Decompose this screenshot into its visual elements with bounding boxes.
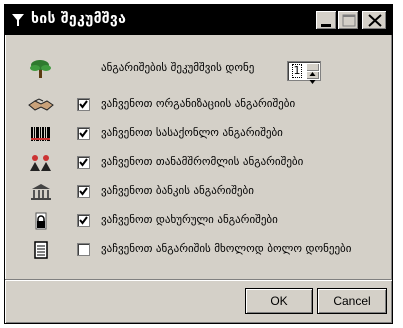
lock-icon xyxy=(35,212,47,230)
people-icon xyxy=(30,155,51,171)
checkbox-last-level[interactable] xyxy=(77,243,90,256)
checkbox-employee[interactable] xyxy=(77,156,90,169)
checkbox-goods[interactable] xyxy=(77,127,90,140)
level-value[interactable]: 1 xyxy=(292,64,302,78)
checkbox-closed[interactable] xyxy=(77,214,90,227)
barcode-icon xyxy=(31,127,50,141)
option-label: ვაჩვენოთ თანამშრომლის ანგარიშები xyxy=(101,155,304,168)
check-icon xyxy=(79,216,88,225)
checkbox-bank[interactable] xyxy=(77,185,90,198)
level-spinner[interactable]: 1 xyxy=(287,61,321,84)
handshake-icon xyxy=(28,98,54,111)
maximize-button[interactable] xyxy=(337,10,359,30)
level-label: ანგარიშების შეკუმშვის დონე xyxy=(101,61,255,74)
option-row-organization: ვაჩვენოთ ორგანიზაციის ანგარიშები xyxy=(5,93,394,117)
cancel-button[interactable]: Cancel xyxy=(317,288,387,314)
option-label: ვაჩვენოთ ბანკის ანგარიშები xyxy=(101,184,254,197)
title-bar[interactable]: ხის შეკუმშვა xyxy=(5,5,392,35)
separator xyxy=(5,279,392,281)
close-icon xyxy=(368,14,382,27)
check-icon xyxy=(79,100,88,109)
funnel-icon xyxy=(12,14,24,26)
checkbox-organization[interactable] xyxy=(77,98,90,111)
ledger-icon xyxy=(34,241,48,259)
check-icon xyxy=(79,158,88,167)
bank-icon xyxy=(31,184,51,200)
option-label: ვაჩვენოთ ანგარიშის მხოლოდ ბოლო დონეები xyxy=(101,242,352,255)
tree-compression-dialog: ხის შეკუმშვა ანგარიშების შეკუმშვის დონე xyxy=(4,4,393,324)
option-label: ვაჩვენოთ ორგანიზაციის ანგარიშები xyxy=(101,97,296,110)
option-row-last-level: ვაჩვენოთ ანგარიშის მხოლოდ ბოლო დონეები xyxy=(5,238,394,262)
check-icon xyxy=(79,187,88,196)
window-title: ხის შეკუმშვა xyxy=(31,11,127,27)
spin-arrows xyxy=(306,63,319,84)
option-row-closed: ვაჩვენოთ დახურული ანგარიშები xyxy=(5,209,394,233)
option-row-employee: ვაჩვენოთ თანამშრომლის ანგარიშები xyxy=(5,151,394,175)
option-row-bank: ვაჩვენოთ ბანკის ანგარიშები xyxy=(5,180,394,204)
check-icon xyxy=(79,129,88,138)
spin-up-button[interactable] xyxy=(306,63,319,76)
level-row: ანგარიშების შეკუმშვის დონე 1 xyxy=(5,57,394,84)
minimize-button[interactable] xyxy=(315,10,337,30)
ok-button[interactable]: OK xyxy=(245,288,313,314)
spin-down-button[interactable] xyxy=(306,71,319,84)
minimize-icon xyxy=(321,24,331,27)
close-button[interactable] xyxy=(361,10,387,30)
maximize-icon xyxy=(342,14,356,27)
option-row-goods: ვაჩვენოთ სასაქონლო ანგარიშები xyxy=(5,122,394,146)
option-label: ვაჩვენოთ დახურული ანგარიშები xyxy=(101,213,278,226)
option-label: ვაჩვენოთ სასაქონლო ანგარიშები xyxy=(101,126,283,139)
tree-icon xyxy=(30,60,51,78)
